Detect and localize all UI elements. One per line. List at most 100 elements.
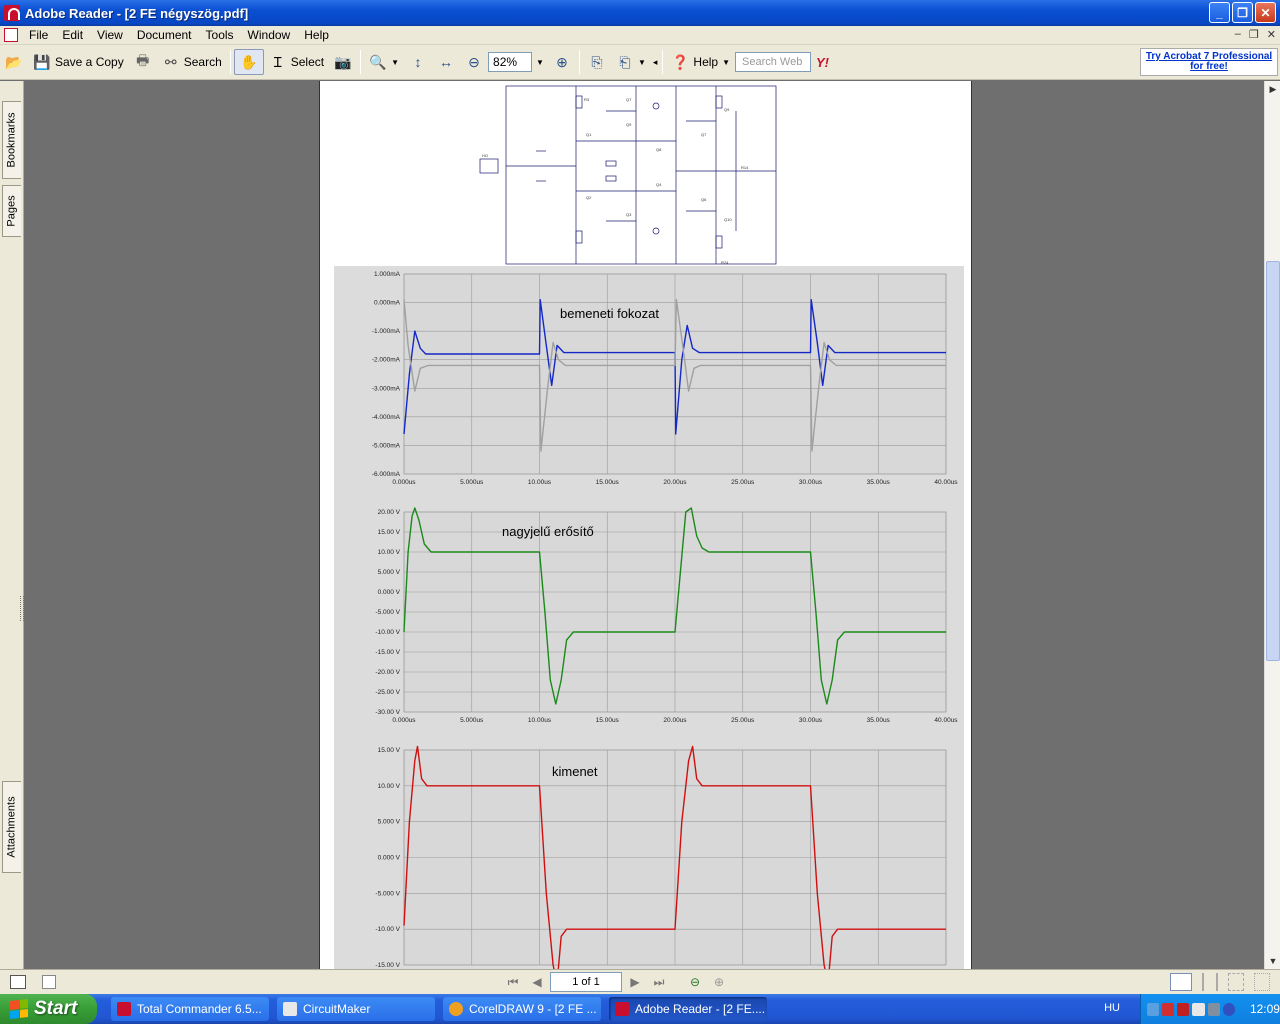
svg-text:R24: R24: [721, 260, 729, 265]
title-bar[interactable]: Adobe Reader - [2 FE négyszög.pdf] _ ❐ ✕: [0, 0, 1280, 26]
antivirus-icon[interactable]: [1162, 1002, 1175, 1016]
svg-text:R14: R14: [741, 165, 749, 170]
window-controls: _ ❐ ✕: [1209, 2, 1276, 23]
open-button[interactable]: 📂: [0, 49, 28, 75]
scroll-down-arrow[interactable]: ▼: [1265, 953, 1280, 969]
chevron-down-icon: ▼: [391, 57, 400, 67]
plot-bemeneti-fokozat: 1.000mA 0.000mA -1.000mA -2.000mA -3.000mA -4…: [334, 266, 964, 504]
page-number-input[interactable]: 1 of 1: [550, 972, 622, 992]
last-page-button[interactable]: ⏭: [648, 972, 670, 992]
zoom-out-button[interactable]: ⊖: [460, 49, 488, 75]
zoom-dropdown-icon[interactable]: ▼: [532, 58, 548, 67]
hand-tool-button[interactable]: ✋: [233, 49, 264, 75]
menu-document[interactable]: Document: [130, 28, 199, 42]
menu-file[interactable]: File: [22, 28, 55, 42]
minimize-button[interactable]: _: [1209, 2, 1230, 23]
bluetooth-icon[interactable]: [1222, 1002, 1235, 1016]
continuous-icon[interactable]: [1202, 973, 1218, 991]
restore-button[interactable]: ❐: [1232, 2, 1253, 23]
x-tick-label: 15.00us: [596, 717, 620, 724]
y-tick-label: -2.000mA: [372, 357, 401, 364]
pane-splitter[interactable]: [20, 596, 24, 621]
menu-edit[interactable]: Edit: [55, 28, 90, 42]
y-tick-label: -5.000mA: [372, 442, 401, 449]
y-tick-label: 10.00 V: [378, 549, 401, 556]
y-tick-label: -4.000mA: [372, 414, 401, 421]
facing-icon[interactable]: [1228, 973, 1244, 991]
network-icon[interactable]: [1147, 1002, 1160, 1016]
go-back-icon[interactable]: ⊖: [684, 972, 706, 992]
menu-help[interactable]: Help: [297, 28, 336, 42]
menu-tools[interactable]: Tools: [199, 28, 241, 42]
language-indicator[interactable]: HU: [1104, 1002, 1120, 1014]
svg-text:Q7: Q7: [626, 97, 632, 102]
menu-window[interactable]: Window: [241, 28, 298, 42]
continuous-facing-icon[interactable]: [1254, 973, 1270, 991]
hide-nav-pane-icon[interactable]: [10, 975, 26, 989]
save-copy-button[interactable]: 💾 Save a Copy: [28, 49, 129, 75]
document-icon[interactable]: [4, 28, 18, 42]
try-acrobat-link[interactable]: Try Acrobat 7 Professional for free!: [1140, 48, 1278, 76]
print-button[interactable]: 🖶: [129, 49, 157, 75]
task-circuitmaker[interactable]: CircuitMaker: [277, 997, 435, 1021]
svg-text:Q7: Q7: [701, 132, 707, 137]
first-page-button[interactable]: ⏮: [502, 972, 524, 992]
toolbar-separator: [578, 50, 580, 74]
fit-width-button[interactable]: ↔: [432, 49, 460, 75]
circuitmaker-icon: [283, 1002, 297, 1016]
volume-icon[interactable]: [1192, 1002, 1205, 1016]
y-tick-label: 1.000mA: [374, 271, 401, 278]
y-tick-label: 0.000mA: [374, 300, 401, 307]
yahoo-icon[interactable]: Y!: [811, 49, 834, 75]
device-icon[interactable]: [1207, 1002, 1220, 1016]
zoom-input[interactable]: 82%: [488, 52, 533, 72]
search-button[interactable]: ⚯ Search: [157, 49, 227, 75]
rotate-page-icon: ⎘: [591, 53, 603, 70]
x-tick-label: 0.000us: [392, 479, 416, 486]
vertical-scrollbar[interactable]: ▶ ▼: [1264, 81, 1280, 969]
y-tick-label: 15.00 V: [378, 747, 401, 754]
task-coreldraw[interactable]: CorelDRAW 9 - [2 FE ...: [443, 997, 601, 1021]
snapshot-button[interactable]: 📷: [329, 49, 357, 75]
zoom-in-button[interactable]: ⊕: [548, 49, 576, 75]
document-area[interactable]: R3 Q7 Q9 Q8 Q4 Q3 Q9 Q10 Q7 Q6 HO Q1 Q2 R14 R24 1.…: [25, 81, 1264, 969]
help-icon: ❓: [671, 53, 690, 70]
svg-text:HO: HO: [482, 153, 488, 158]
navigation-pane: Bookmarks Pages Attachments: [0, 81, 24, 969]
shield-icon[interactable]: [1177, 1002, 1190, 1016]
menu-bar: File Edit View Document Tools Window Hel…: [0, 26, 1280, 45]
scroll-up-arrow[interactable]: ▶: [1265, 81, 1280, 97]
tab-pages[interactable]: Pages: [2, 185, 21, 237]
save-copy-label: Save a Copy: [55, 55, 124, 69]
y-tick-label: 15.00 V: [378, 529, 401, 536]
x-tick-label: 0.000us: [392, 717, 416, 724]
prev-page-button[interactable]: ◀: [526, 972, 548, 992]
scrollbar-thumb[interactable]: [1266, 261, 1280, 661]
single-page-icon[interactable]: [1170, 973, 1192, 991]
close-button[interactable]: ✕: [1255, 2, 1276, 23]
doc-restore-button[interactable]: ❐: [1249, 28, 1259, 41]
zoom-tool-button[interactable]: 🔍 ▼: [364, 49, 404, 75]
start-button[interactable]: Start: [0, 994, 97, 1024]
help-button[interactable]: ❓ Help ▼: [666, 49, 735, 75]
x-tick-label: 25.00us: [731, 717, 755, 724]
select-tool-button[interactable]: Ɪ Select: [264, 49, 329, 75]
menu-view[interactable]: View: [90, 28, 130, 42]
task-total-commander[interactable]: Total Commander 6.5...: [111, 997, 269, 1021]
search-web-input[interactable]: Search Web: [735, 52, 812, 72]
plot-title: kimenet: [552, 764, 598, 779]
next-page-button[interactable]: ▶: [624, 972, 646, 992]
rotate-button[interactable]: ⎘: [583, 49, 611, 75]
toolbar-more-icon[interactable]: ◂: [651, 57, 660, 68]
page-layout-button[interactable]: ⎗ ▼: [611, 49, 651, 75]
doc-minimize-button[interactable]: –: [1235, 28, 1241, 41]
actual-size-button[interactable]: ↕: [404, 49, 432, 75]
document-info-icon[interactable]: [42, 975, 56, 989]
doc-close-button[interactable]: ✕: [1267, 28, 1276, 41]
go-forward-icon[interactable]: ⊕: [708, 972, 730, 992]
tab-bookmarks[interactable]: Bookmarks: [2, 101, 21, 179]
status-bar: ⏮ ◀ 1 of 1 ▶ ⏭ ⊖ ⊕: [0, 969, 1280, 994]
x-tick-label: 30.00us: [799, 479, 823, 486]
tab-attachments[interactable]: Attachments: [2, 781, 21, 873]
task-adobe-reader[interactable]: Adobe Reader - [2 FE....: [609, 997, 767, 1021]
